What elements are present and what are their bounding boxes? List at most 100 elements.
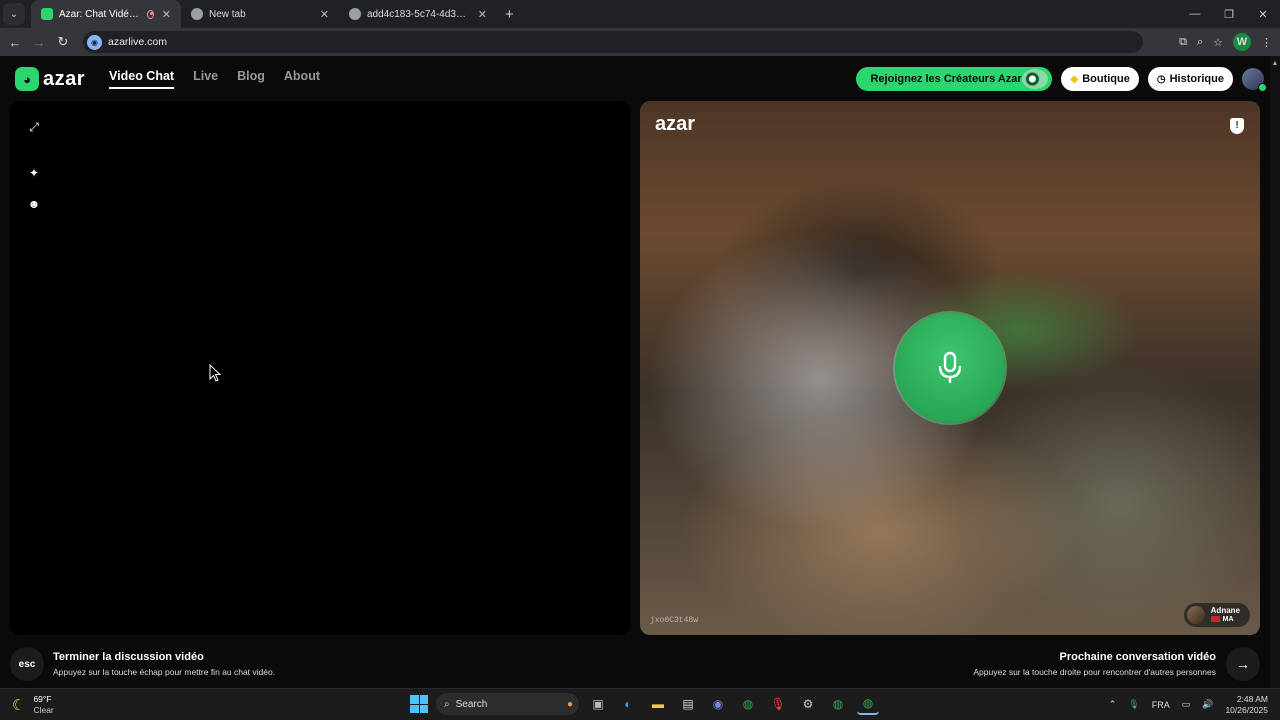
chrome-taskbar-icon[interactable]: ◍: [737, 693, 759, 715]
nav-about[interactable]: About: [284, 69, 320, 89]
peer-badge[interactable]: Adnane MA: [1183, 603, 1250, 627]
settings-gear-icon[interactable]: ⚙: [797, 693, 819, 715]
clock-icon: ◷: [1156, 73, 1166, 85]
nav-live[interactable]: Live: [193, 69, 218, 89]
minimize-icon[interactable]: —: [1178, 0, 1212, 28]
join-creators-button[interactable]: Rejoignez les Créateurs Azar: [856, 67, 1053, 91]
user-id-watermark: jxo0C3t48w: [650, 616, 699, 625]
camera-icon: [1022, 69, 1049, 89]
azar-page: ◕ azar Video Chat Live Blog About Rejoig…: [0, 56, 1280, 688]
expand-icon[interactable]: ⤢: [26, 119, 42, 135]
tray-chevron-up-icon[interactable]: ⌃: [1109, 699, 1117, 710]
site-info-icon[interactable]: ◉: [87, 34, 102, 50]
bottom-action-bar: esc Terminer la discussion vidéo Appuyez…: [0, 644, 1280, 684]
edge-icon[interactable]: ◐: [617, 693, 639, 715]
end-chat-title: Terminer la discussion vidéo: [53, 651, 204, 663]
url-omnibox[interactable]: ◉ azarlive.com: [83, 31, 1143, 53]
weather-widget[interactable]: ☾ 69°F Clear: [12, 694, 54, 715]
windows-taskbar: ☾ 69°F Clear ⌕ Search ● ▣ ◐ ▬ ▤ ◉ ◍ 🎙 ⚙ …: [0, 688, 1280, 720]
peer-country: MA: [1222, 615, 1234, 623]
tab-azar[interactable]: Azar: Chat Vidéo, Rencontre ✕: [31, 0, 181, 28]
close-window-icon[interactable]: ✕: [1246, 0, 1280, 28]
reload-icon[interactable]: ↻: [51, 34, 75, 50]
search-label: Search: [455, 698, 488, 710]
zoom-icon[interactable]: ⌕: [1197, 36, 1203, 49]
site-header: ◕ azar Video Chat Live Blog About Rejoig…: [0, 56, 1280, 102]
volume-icon[interactable]: 🔊: [1202, 699, 1213, 710]
network-icon[interactable]: ▭: [1182, 699, 1191, 710]
next-chat-subtitle: Appuyez sur la touche droite pour rencon…: [973, 667, 1216, 677]
system-tray: ⌃ 🎙 FRA ▭ 🔊 2:48 AM 10/26/2025: [1109, 694, 1280, 715]
close-icon[interactable]: ✕: [154, 8, 171, 21]
tray-mic-icon[interactable]: 🎙: [1128, 699, 1139, 710]
next-chat-title: Prochaine conversation vidéo: [1059, 651, 1217, 663]
new-tab-plus-icon[interactable]: +: [505, 6, 514, 23]
next-chat-arrow-button[interactable]: →: [1226, 647, 1260, 681]
url-text: azarlive.com: [108, 36, 167, 48]
local-video-panel: ⤢ ✦ ☻: [10, 101, 630, 635]
search-highlight-icon: ●: [566, 698, 573, 710]
chrome-active-icon[interactable]: ◍: [857, 693, 879, 715]
taskbar-clock[interactable]: 2:48 AM 10/26/2025: [1225, 694, 1268, 715]
microphone-button[interactable]: [895, 313, 1005, 423]
azar-logo-icon: ◕: [15, 67, 39, 91]
browser-tabbar: ⌄ Azar: Chat Vidéo, Rencontre ✕ New tab …: [0, 0, 1280, 28]
video-tools: ⤢ ✦ ☻: [26, 119, 42, 212]
input-language[interactable]: FRA: [1152, 700, 1170, 710]
azar-logo[interactable]: ◕ azar: [15, 67, 85, 91]
boutique-label: Boutique: [1082, 73, 1130, 85]
recorder-mic-icon[interactable]: 🎙: [767, 693, 789, 715]
discord-icon[interactable]: ◉: [707, 693, 729, 715]
taskbar-search[interactable]: ⌕ Search ●: [436, 693, 579, 715]
logo-text: azar: [43, 67, 86, 90]
tab-title: New tab: [209, 8, 246, 20]
chrome-profile-icon[interactable]: ◍: [827, 693, 849, 715]
esc-end-button[interactable]: esc: [10, 647, 44, 681]
close-icon[interactable]: ✕: [470, 8, 487, 21]
history-button[interactable]: ◷ Historique: [1147, 67, 1233, 91]
back-icon[interactable]: ←: [3, 35, 27, 50]
boutique-button[interactable]: ◆ Boutique: [1061, 67, 1139, 91]
main-nav: Video Chat Live Blog About: [109, 69, 320, 89]
search-icon: ⌕: [444, 698, 450, 710]
user-avatar[interactable]: [1242, 68, 1267, 92]
window-controls: — ❐ ✕: [1178, 0, 1280, 28]
clock-date: 10/26/2025: [1225, 704, 1268, 715]
profile-avatar[interactable]: W: [1233, 33, 1251, 51]
nav-video-chat[interactable]: Video Chat: [109, 69, 175, 89]
sticker-face-icon[interactable]: ☻: [26, 196, 42, 212]
history-label: Historique: [1169, 73, 1224, 85]
windows-start-icon[interactable]: [410, 695, 428, 713]
sparkle-effects-icon[interactable]: ✦: [26, 165, 42, 181]
close-icon[interactable]: ✕: [312, 8, 329, 21]
forward-icon[interactable]: →: [27, 35, 51, 50]
cast-icon[interactable]: ⧉: [1179, 36, 1187, 49]
tab-file[interactable]: add4c183-5c74-4d31-8721-f2... ✕: [339, 0, 497, 28]
partner-video-panel: azar ! jxo0C3t48w Adnane MA: [640, 101, 1260, 635]
weather-temp: 69°F: [33, 694, 52, 705]
tab-title: add4c183-5c74-4d31-8721-f2...: [367, 8, 470, 20]
scroll-up-icon[interactable]: ▲: [1270, 60, 1280, 67]
restore-icon[interactable]: ❐: [1212, 0, 1246, 28]
nav-blog[interactable]: Blog: [237, 69, 265, 89]
page-scrollbar[interactable]: ▲: [1270, 56, 1280, 688]
mouse-cursor-icon: [209, 364, 221, 382]
azar-favicon-icon: [41, 8, 53, 20]
bookmark-star-icon[interactable]: ☆: [1213, 36, 1223, 49]
file-explorer-icon[interactable]: ▬: [647, 693, 669, 715]
task-view-icon[interactable]: ▣: [587, 693, 609, 715]
menu-kebab-icon[interactable]: ⋮: [1261, 36, 1272, 49]
tab-new-tab[interactable]: New tab ✕: [181, 0, 339, 28]
partner-panel-logo: azar: [655, 113, 696, 135]
report-shield-icon[interactable]: !: [1230, 118, 1244, 134]
flag-icon: [1210, 616, 1220, 623]
store-icon[interactable]: ▤: [677, 693, 699, 715]
gem-icon: ◆: [1070, 73, 1079, 85]
peer-name: Adnane: [1210, 606, 1240, 616]
tab-title: Azar: Chat Vidéo, Rencontre: [59, 8, 141, 20]
tab-search-icon[interactable]: ⌄: [3, 3, 25, 25]
recording-icon: [147, 9, 154, 19]
globe-icon: [349, 8, 361, 20]
microphone-icon: [938, 351, 962, 383]
end-chat-subtitle: Appuyez sur la touche échap pour mettre …: [53, 667, 276, 677]
